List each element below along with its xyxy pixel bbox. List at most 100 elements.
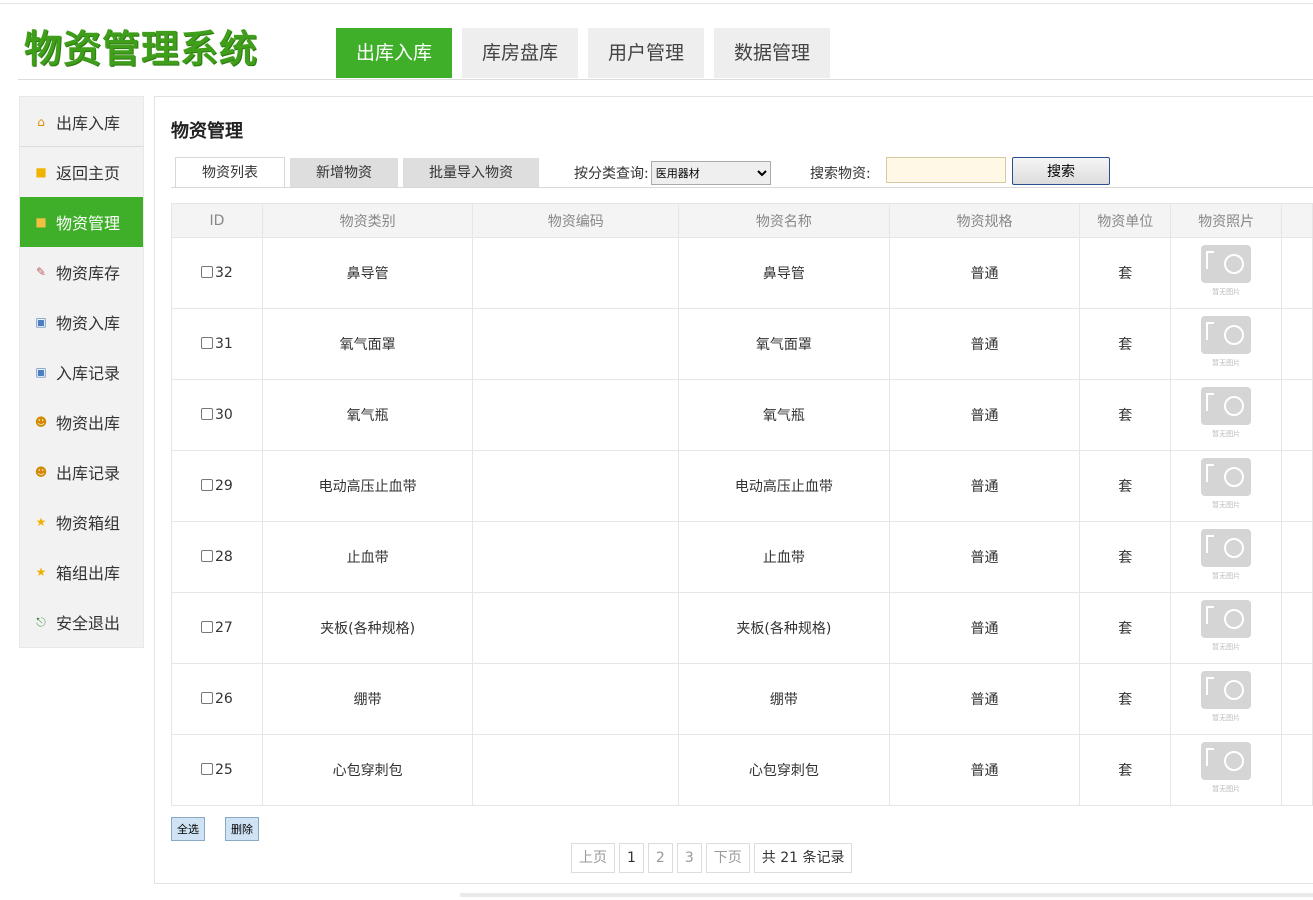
cell-category: 止血带 — [261, 521, 474, 593]
exit-icon: ⎋ — [36, 615, 46, 629]
row-id: 26 — [215, 691, 233, 707]
folder-icon: ■ — [35, 165, 47, 179]
bottom-divider — [460, 893, 1313, 897]
category-filter: 按分类查询: 医用器材 — [574, 161, 771, 185]
cell-spec: 普通 — [888, 308, 1081, 380]
cell-extra — [1281, 308, 1313, 380]
sidebar-item[interactable]: ✎ 物资库存 — [20, 247, 143, 297]
row-checkbox[interactable] — [201, 621, 213, 633]
cell-id: 25 — [171, 734, 263, 806]
sidebar-item[interactable]: ■ 物资管理 — [20, 197, 143, 247]
cell-id: 27 — [171, 592, 263, 664]
cell-photo: 暂无图片 — [1170, 237, 1283, 309]
page-title: 物资管理 — [171, 121, 243, 142]
sidebar-item[interactable]: ☻ 物资出库 — [20, 397, 143, 447]
camera-icon — [1201, 387, 1252, 425]
sidebar: ⌂ 出库入库 ■ 返回主页 ■ 物资管理 ✎ 物资库存 ▣ 物资入库 ▣ 入库记录 ☻ 物资出库 ☻ 出库记录… — [19, 96, 144, 648]
topnav-tab-stock[interactable]: 出库入库 — [336, 28, 453, 78]
subtab-batch-import[interactable]: 批量导入物资 — [403, 158, 539, 188]
cell-code — [472, 592, 680, 664]
cell-extra — [1281, 663, 1313, 735]
row-checkbox[interactable] — [201, 763, 213, 775]
search-label: 搜索物资: — [810, 166, 871, 182]
cell-extra — [1281, 592, 1313, 664]
header-divider — [18, 79, 1313, 80]
sidebar-item[interactable]: ▣ 物资入库 — [20, 297, 143, 347]
subtab-add-material[interactable]: 新增物资 — [290, 158, 398, 188]
camera-icon — [1201, 742, 1252, 780]
cell-extra — [1281, 734, 1313, 806]
camera-icon — [1201, 600, 1252, 638]
category-select[interactable]: 医用器材 — [650, 161, 771, 185]
cell-name: 鼻导管 — [678, 237, 890, 309]
cell-unit: 套 — [1079, 734, 1172, 806]
cell-unit: 套 — [1079, 237, 1172, 309]
row-id: 27 — [215, 620, 233, 636]
subtab-material-list[interactable]: 物资列表 — [175, 157, 285, 188]
sidebar-item[interactable]: ★ 物资箱组 — [20, 497, 143, 547]
row-checkbox[interactable] — [201, 266, 213, 278]
row-checkbox[interactable] — [201, 550, 213, 562]
pager-prev[interactable]: 上页 — [571, 843, 615, 873]
cell-spec: 普通 — [888, 237, 1081, 309]
cell-photo: 暂无图片 — [1170, 592, 1283, 664]
cell-name: 止血带 — [678, 521, 890, 593]
cell-spec: 普通 — [888, 592, 1081, 664]
search-button[interactable]: 搜索 — [1012, 157, 1110, 185]
search-input[interactable] — [886, 157, 1006, 183]
sidebar-item[interactable]: ⌂ 出库入库 — [20, 97, 143, 147]
folder-icon: ■ — [35, 215, 47, 229]
sidebar-item[interactable]: ■ 返回主页 — [20, 147, 143, 197]
topnav-tab-data[interactable]: 数据管理 — [714, 28, 831, 78]
cell-code — [472, 663, 680, 735]
cell-photo: 暂无图片 — [1170, 379, 1283, 451]
edit-icon: ✎ — [35, 265, 47, 279]
row-checkbox[interactable] — [201, 479, 213, 491]
cell-photo: 暂无图片 — [1170, 308, 1283, 380]
col-header-extra — [1281, 203, 1313, 238]
sidebar-item-label: 返回主页 — [56, 164, 121, 183]
cell-name: 夹板(各种规格) — [678, 592, 890, 664]
pager-page-3[interactable]: 3 — [676, 843, 702, 873]
pager-page-2[interactable]: 2 — [647, 843, 673, 873]
cell-id: 32 — [171, 237, 263, 309]
cell-code — [472, 450, 680, 522]
sidebar-item[interactable]: ★ 箱组出库 — [20, 547, 143, 597]
sidebar-item-label: 出库记录 — [56, 464, 121, 483]
sidebar-item[interactable]: ☻ 出库记录 — [20, 447, 143, 497]
sidebar-item[interactable]: ⎋ 安全退出 — [20, 597, 143, 647]
sidebar-item-label: 入库记录 — [56, 364, 121, 383]
row-checkbox[interactable] — [201, 692, 213, 704]
select-all-button[interactable]: 全选 — [171, 817, 205, 841]
user-icon: ☻ — [34, 415, 48, 429]
row-checkbox[interactable] — [201, 408, 213, 420]
row-checkbox[interactable] — [201, 337, 213, 349]
sidebar-item[interactable]: ▣ 入库记录 — [20, 347, 143, 397]
cell-category: 电动高压止血带 — [261, 450, 474, 522]
col-header-id: ID — [171, 203, 263, 238]
no-photo-placeholder: 暂无图片 — [1201, 245, 1252, 297]
pager-next[interactable]: 下页 — [705, 843, 750, 873]
delete-button[interactable]: 删除 — [225, 817, 259, 841]
no-photo-placeholder: 暂无图片 — [1201, 458, 1252, 510]
cell-unit: 套 — [1079, 592, 1172, 664]
photo-caption: 暂无图片 — [1212, 430, 1241, 438]
topnav-tab-inventory[interactable]: 库房盘库 — [462, 28, 579, 78]
home-icon: ⌂ — [37, 114, 45, 129]
subtab-divider — [171, 187, 1313, 188]
table-row: 28 止血带 止血带 普通套暂无图片 — [171, 521, 1313, 593]
sidebar-item-label: 物资库存 — [56, 264, 121, 283]
topnav-tab-users[interactable]: 用户管理 — [588, 28, 705, 78]
no-photo-placeholder: 暂无图片 — [1201, 387, 1252, 439]
row-id: 31 — [215, 336, 233, 352]
photo-caption: 暂无图片 — [1212, 785, 1241, 793]
photo-caption: 暂无图片 — [1212, 359, 1241, 367]
cell-name: 心包穿刺包 — [678, 734, 890, 806]
cell-spec: 普通 — [888, 450, 1081, 522]
row-id: 25 — [215, 762, 233, 778]
camera-icon — [1201, 245, 1252, 283]
no-photo-placeholder: 暂无图片 — [1201, 671, 1252, 723]
col-header-category: 物资类别 — [261, 203, 474, 238]
pager-page-1[interactable]: 1 — [619, 843, 644, 873]
row-id: 32 — [215, 265, 233, 281]
